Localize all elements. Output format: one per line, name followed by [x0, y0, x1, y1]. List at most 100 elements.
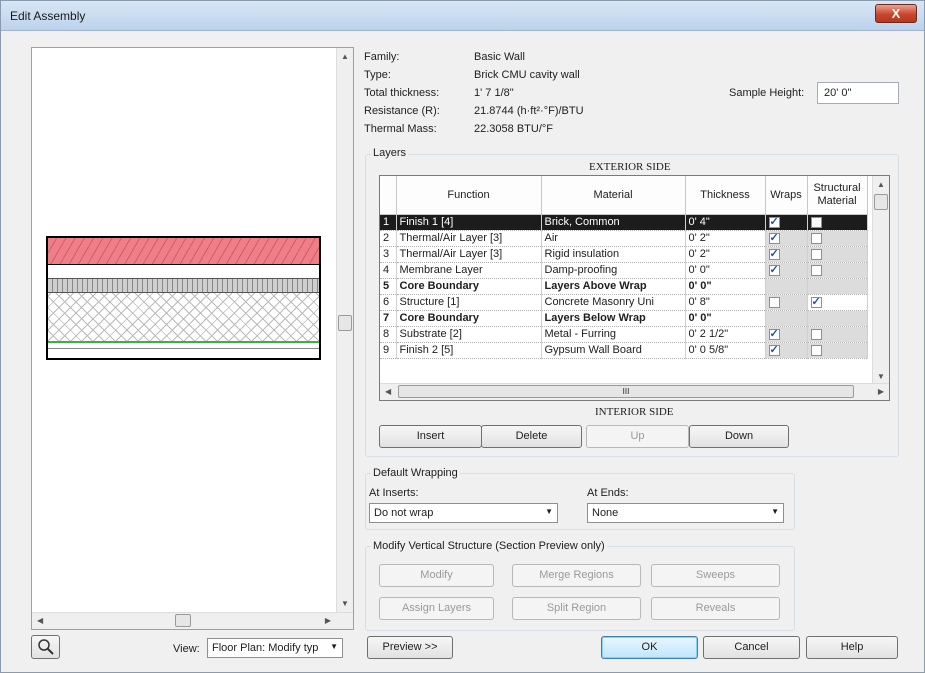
- table-row[interactable]: 7 Core Boundary Layers Below Wrap 0' 0": [380, 310, 868, 327]
- row-number-cell[interactable]: 9: [380, 342, 397, 359]
- help-button[interactable]: Help: [806, 636, 898, 659]
- table-row[interactable]: 8 Substrate [2] Metal - Furring 0' 2 1/2": [380, 326, 868, 343]
- table-row[interactable]: 3 Thermal/Air Layer [3] Rigid insulation 0'…: [380, 246, 868, 263]
- cancel-button[interactable]: Cancel: [703, 636, 800, 659]
- thickness-cell[interactable]: 0' 0": [685, 310, 766, 327]
- function-cell[interactable]: Finish 1 [4]: [396, 214, 542, 231]
- structural-cell[interactable]: [807, 230, 868, 247]
- wraps-cell[interactable]: [765, 342, 808, 359]
- wraps-checkbox[interactable]: [768, 296, 780, 308]
- preview-vertical-scrollbar[interactable]: ▲ ▼: [336, 48, 353, 612]
- scroll-down-icon[interactable]: ▼: [877, 372, 885, 381]
- sample-height-input[interactable]: 20' 0": [817, 82, 899, 104]
- material-cell[interactable]: Layers Above Wrap: [541, 278, 686, 295]
- row-number-cell[interactable]: 2: [380, 230, 397, 247]
- scroll-down-icon[interactable]: ▼: [341, 599, 349, 608]
- table-row[interactable]: 9 Finish 2 [5] Gypsum Wall Board 0' 0 5/8": [380, 342, 868, 359]
- material-cell[interactable]: Layers Below Wrap: [541, 310, 686, 327]
- structural-checkbox[interactable]: [810, 328, 822, 340]
- structural-cell[interactable]: [807, 326, 868, 343]
- close-button[interactable]: X: [875, 4, 917, 23]
- structural-checkbox[interactable]: [810, 264, 822, 276]
- structural-cell[interactable]: [807, 342, 868, 359]
- row-number-cell[interactable]: 1: [380, 214, 397, 231]
- at-ends-select[interactable]: None ▼: [587, 503, 784, 523]
- structural-checkbox[interactable]: [810, 216, 822, 228]
- split-region-button[interactable]: Split Region: [512, 597, 641, 620]
- ok-button[interactable]: OK: [601, 636, 698, 659]
- scroll-up-icon[interactable]: ▲: [877, 180, 885, 189]
- material-cell[interactable]: Gypsum Wall Board: [541, 342, 686, 359]
- zoom-button[interactable]: [31, 635, 60, 659]
- scroll-left-icon[interactable]: ◀: [37, 616, 43, 625]
- structural-checkbox[interactable]: [810, 295, 822, 308]
- table-row[interactable]: 6 Structure [1] Concrete Masonry Uni 0' 8": [380, 294, 868, 311]
- function-cell[interactable]: Core Boundary: [396, 310, 542, 327]
- wraps-cell[interactable]: [765, 310, 808, 327]
- function-cell[interactable]: Structure [1]: [396, 294, 542, 311]
- view-select[interactable]: Floor Plan: Modify typ ▼: [207, 638, 343, 658]
- structural-cell[interactable]: [807, 262, 868, 279]
- table-row[interactable]: 2 Thermal/Air Layer [3] Air 0' 2": [380, 230, 868, 247]
- sweeps-button[interactable]: Sweeps: [651, 564, 780, 587]
- thickness-cell[interactable]: 0' 0": [685, 278, 766, 295]
- scroll-left-icon[interactable]: ◀: [385, 387, 391, 396]
- wraps-cell[interactable]: [765, 246, 808, 263]
- hscroll-thumb[interactable]: [175, 614, 191, 627]
- hscroll-thumb[interactable]: III: [398, 385, 854, 398]
- thickness-cell[interactable]: 0' 0 5/8": [685, 342, 766, 359]
- row-number-cell[interactable]: 3: [380, 246, 397, 263]
- table-row[interactable]: 4 Membrane Layer Damp-proofing 0' 0": [380, 262, 868, 279]
- scroll-right-icon[interactable]: ▶: [325, 616, 331, 625]
- table-row[interactable]: 5 Core Boundary Layers Above Wrap 0' 0": [380, 278, 868, 295]
- section-preview[interactable]: ▲ ▼ ◀ ▶: [31, 47, 354, 630]
- wraps-cell[interactable]: [765, 214, 808, 231]
- wraps-checkbox[interactable]: [768, 247, 780, 260]
- modify-button[interactable]: Modify: [379, 564, 494, 587]
- wraps-checkbox[interactable]: [768, 327, 780, 340]
- thickness-cell[interactable]: 0' 2": [685, 230, 766, 247]
- wraps-cell[interactable]: [765, 230, 808, 247]
- thickness-cell[interactable]: 0' 0": [685, 262, 766, 279]
- scroll-thumb[interactable]: [338, 315, 352, 331]
- scroll-right-icon[interactable]: ▶: [878, 387, 884, 396]
- function-cell[interactable]: Substrate [2]: [396, 326, 542, 343]
- at-inserts-select[interactable]: Do not wrap ▼: [369, 503, 558, 523]
- material-cell[interactable]: Metal - Furring: [541, 326, 686, 343]
- material-cell[interactable]: Concrete Masonry Uni: [541, 294, 686, 311]
- row-number-cell[interactable]: 8: [380, 326, 397, 343]
- scroll-thumb[interactable]: [874, 194, 888, 210]
- thickness-cell[interactable]: 0' 2 1/2": [685, 326, 766, 343]
- layers-table[interactable]: Function Material Thickness Wraps Struct…: [379, 175, 890, 401]
- preview-button[interactable]: Preview >>: [367, 636, 453, 659]
- scroll-up-icon[interactable]: ▲: [341, 52, 349, 61]
- wraps-cell[interactable]: [765, 294, 808, 311]
- preview-horizontal-scrollbar[interactable]: ◀ ▶: [32, 612, 353, 629]
- structural-cell[interactable]: [807, 310, 868, 327]
- wraps-checkbox[interactable]: [768, 263, 780, 276]
- row-number-cell[interactable]: 6: [380, 294, 397, 311]
- material-cell[interactable]: Damp-proofing: [541, 262, 686, 279]
- wraps-cell[interactable]: [765, 326, 808, 343]
- up-button[interactable]: Up: [586, 425, 689, 448]
- function-cell[interactable]: Core Boundary: [396, 278, 542, 295]
- row-number-cell[interactable]: 4: [380, 262, 397, 279]
- thickness-cell[interactable]: 0' 2": [685, 246, 766, 263]
- structural-checkbox[interactable]: [810, 248, 822, 260]
- structural-cell[interactable]: [807, 246, 868, 263]
- insert-button[interactable]: Insert: [379, 425, 482, 448]
- material-cell[interactable]: Air: [541, 230, 686, 247]
- structural-checkbox[interactable]: [810, 232, 822, 244]
- structural-checkbox[interactable]: [810, 344, 822, 356]
- wraps-cell[interactable]: [765, 262, 808, 279]
- wraps-checkbox[interactable]: [768, 231, 780, 244]
- function-cell[interactable]: Thermal/Air Layer [3]: [396, 230, 542, 247]
- wraps-checkbox[interactable]: [768, 343, 780, 356]
- thickness-cell[interactable]: 0' 8": [685, 294, 766, 311]
- structural-cell[interactable]: [807, 214, 868, 231]
- material-column-header[interactable]: Material: [541, 176, 686, 215]
- thickness-cell[interactable]: 0' 4": [685, 214, 766, 231]
- reveals-button[interactable]: Reveals: [651, 597, 780, 620]
- merge-regions-button[interactable]: Merge Regions: [512, 564, 641, 587]
- delete-button[interactable]: Delete: [481, 425, 582, 448]
